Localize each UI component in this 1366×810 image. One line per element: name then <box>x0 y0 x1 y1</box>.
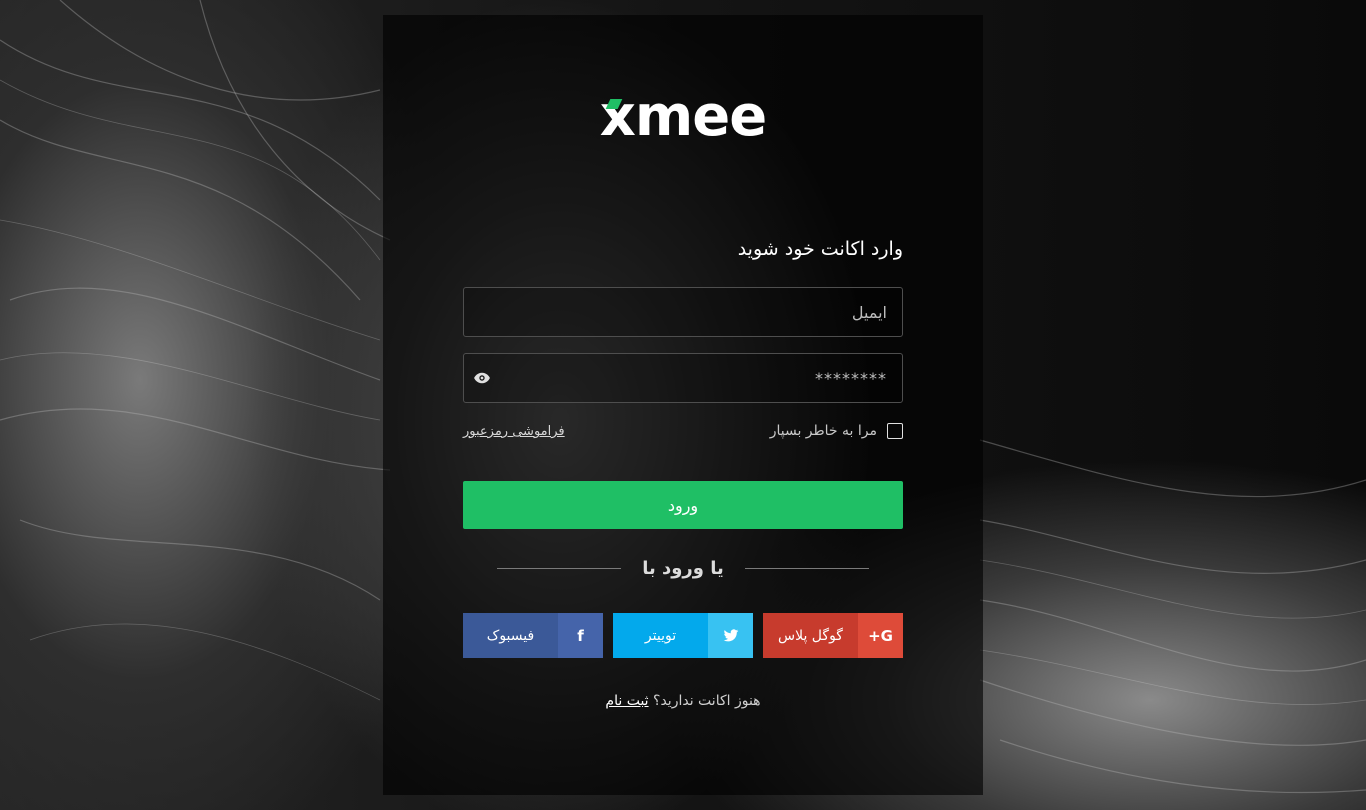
options-row: مرا به خاطر بسپار فراموشی رمزعبور <box>463 421 903 445</box>
facebook-button[interactable]: f فیسبوک <box>463 613 603 658</box>
form-title: وارد اکانت خود شوید <box>737 238 903 260</box>
login-form: وارد اکانت خود شوید مرا به خاطر بسپار فر… <box>463 15 903 795</box>
twitter-icon <box>708 613 753 658</box>
google-plus-label: گوگل پلاس <box>763 613 858 658</box>
or-divider: یا ورود با <box>463 555 903 583</box>
google-plus-icon: G+ <box>858 613 903 658</box>
remember-me-label: مرا به خاطر بسپار <box>769 423 877 439</box>
signup-link[interactable]: ثبت نام <box>605 693 648 709</box>
forgot-password-link[interactable]: فراموشی رمزعبور <box>463 424 565 439</box>
twitter-label: توییتر <box>613 613 708 658</box>
login-button[interactable]: ورود <box>463 481 903 529</box>
signup-prompt: هنوز اکانت ندارید؟ ثبت نام <box>463 689 903 713</box>
facebook-label: فیسبوک <box>463 613 558 658</box>
show-password-eye-icon[interactable] <box>471 369 493 387</box>
google-plus-button[interactable]: G+ گوگل پلاس <box>763 613 903 658</box>
facebook-icon: f <box>558 613 603 658</box>
remember-me-checkbox[interactable] <box>887 423 903 439</box>
email-input[interactable] <box>463 287 903 337</box>
signup-question: هنوز اکانت ندارید؟ <box>653 693 761 709</box>
twitter-button[interactable]: توییتر <box>613 613 753 658</box>
password-input[interactable] <box>463 353 903 403</box>
divider-line-left <box>497 568 621 569</box>
login-panel: xmee وارد اکانت خود شوید مرا به خاطر بسپ… <box>383 15 983 795</box>
remember-me[interactable]: مرا به خاطر بسپار <box>770 423 903 439</box>
divider-label: یا ورود با <box>642 558 724 579</box>
